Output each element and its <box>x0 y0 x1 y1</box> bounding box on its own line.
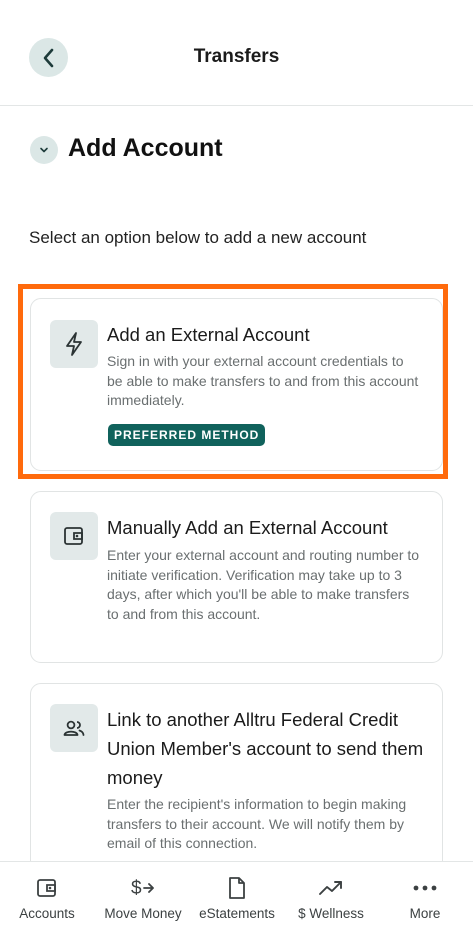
tab-label: Move Money <box>104 906 182 921</box>
option-title: Link to another Alltru Federal Credit Un… <box>107 709 424 788</box>
option-description: Enter your external account and routing … <box>107 547 420 622</box>
dollar-transfer-icon: $ <box>130 875 156 901</box>
people-icon <box>50 704 98 752</box>
instructions-text: Select an option below to add a new acco… <box>29 228 367 247</box>
page-title: Transfers <box>193 46 280 67</box>
option-manually-add-account[interactable]: Manually Add an External Account Enter y… <box>30 491 443 663</box>
svg-text:$: $ <box>131 878 142 899</box>
option-add-external-account[interactable]: Add an External Account Sign in with you… <box>30 298 443 471</box>
tab-label: $ Wellness <box>298 906 364 921</box>
wallet-icon <box>36 875 58 901</box>
option-link-member-account[interactable]: Link to another Alltru Federal Credit Un… <box>30 683 443 883</box>
preferred-method-badge: PREFERRED METHOD <box>108 424 266 446</box>
option-description: Enter the recipient's information to beg… <box>107 796 407 851</box>
tab-wellness[interactable]: $ Wellness <box>290 862 372 951</box>
trend-up-icon <box>318 875 344 901</box>
option-title: Manually Add an External Account <box>107 517 388 538</box>
document-icon <box>227 875 247 901</box>
wallet-icon <box>50 512 98 560</box>
section-collapse-button[interactable] <box>30 136 58 164</box>
tab-more[interactable]: More <box>395 862 455 951</box>
tab-label: eStatements <box>199 906 275 921</box>
more-dots-icon <box>413 875 437 901</box>
top-header: Transfers <box>0 0 473 106</box>
section-title: Add Account <box>68 134 223 162</box>
option-description: Sign in with your external account crede… <box>107 353 419 408</box>
lightning-icon <box>50 320 98 368</box>
tab-accounts[interactable]: Accounts <box>11 862 83 951</box>
tab-label: Accounts <box>19 906 75 921</box>
tab-label: More <box>409 906 441 921</box>
bottom-tab-bar: Accounts $ Move Money eStatements $ Well… <box>0 861 473 951</box>
chevron-down-icon <box>40 147 48 153</box>
tab-estatements[interactable]: eStatements <box>193 862 281 951</box>
tab-move-money[interactable]: $ Move Money <box>97 862 189 951</box>
option-title: Add an External Account <box>107 324 310 345</box>
